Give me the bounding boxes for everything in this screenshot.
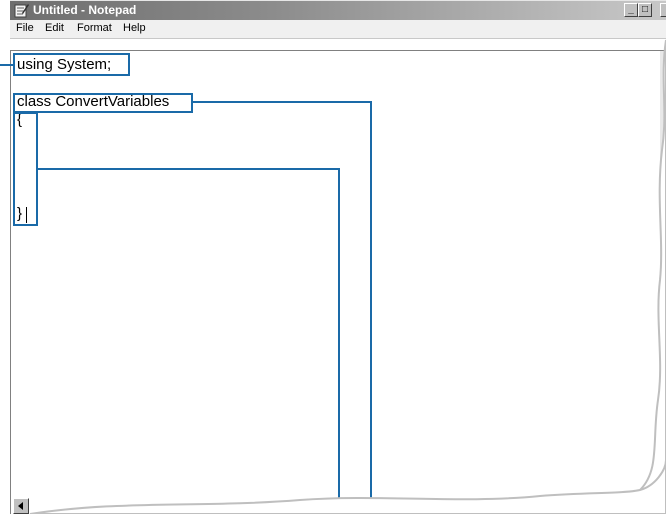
notepad-window: Untitled - Notepad _ □ File Edit Format …: [0, 0, 666, 514]
scroll-left-button[interactable]: [13, 498, 29, 514]
arrow-left-icon: [18, 502, 23, 510]
torn-paper-edge: [29, 39, 666, 514]
